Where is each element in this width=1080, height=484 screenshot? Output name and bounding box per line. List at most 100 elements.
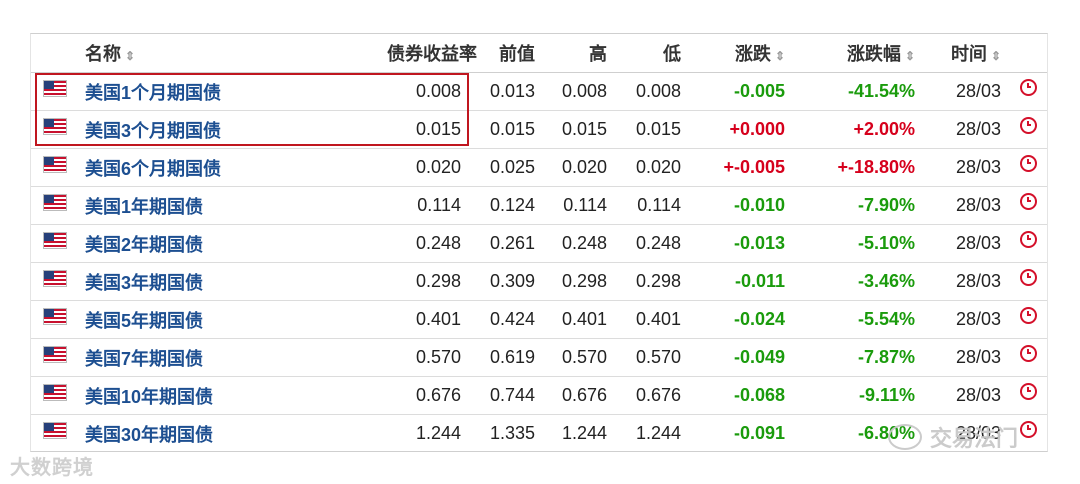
alert-cell[interactable] — [1007, 73, 1047, 111]
bond-name-link[interactable]: 美国3个月期国债 — [79, 110, 381, 149]
prev-cell: 0.015 — [467, 110, 541, 149]
flag-cell — [31, 73, 79, 111]
change-cell: -0.010 — [687, 186, 791, 225]
time-header-label: 时间 — [950, 44, 987, 64]
yield-cell: 0.676 — [381, 376, 467, 415]
low-cell: 0.020 — [613, 148, 687, 187]
bond-name-link[interactable]: 美国10年期国债 — [79, 376, 381, 415]
alert-cell[interactable] — [1007, 110, 1047, 149]
clock-icon[interactable] — [1019, 306, 1037, 324]
clock-icon[interactable] — [1019, 116, 1037, 134]
yield-cell: 0.015 — [381, 110, 467, 149]
high-cell: 0.114 — [541, 186, 613, 225]
table-row: 美国3年期国债 0.298 0.309 0.298 0.298 -0.011 -3.46% 2… — [31, 262, 1047, 301]
alert-cell[interactable] — [1007, 338, 1047, 377]
change-pct-cell: -5.10% — [791, 224, 921, 263]
name-header-label: 名称 — [85, 44, 121, 64]
flag-cell — [31, 148, 79, 187]
flag-cell — [31, 376, 79, 415]
flag-cell — [31, 224, 79, 263]
table-row: 美国1年期国债 0.114 0.124 0.114 0.114 -0.010 -7.90% 2… — [31, 186, 1047, 225]
flag-cell — [31, 186, 79, 225]
bond-name-link[interactable]: 美国6个月期国债 — [79, 148, 381, 187]
table-row: 美国3个月期国债 0.015 0.015 0.015 0.015 +0.000 +2.00%… — [31, 110, 1047, 149]
time-column-header[interactable]: 时间 ⇕ — [921, 34, 1007, 73]
clock-icon[interactable] — [1019, 268, 1037, 286]
table-row: 美国5年期国债 0.401 0.424 0.401 0.401 -0.024 -5.54% 2… — [31, 300, 1047, 339]
prev-cell: 0.261 — [467, 224, 541, 263]
change-column-header[interactable]: 涨跌 ⇕ — [687, 34, 791, 73]
us-flag-icon — [43, 269, 67, 287]
prev-cell: 0.619 — [467, 338, 541, 377]
bond-name-link[interactable]: 美国2年期国债 — [79, 224, 381, 263]
flag-cell — [31, 262, 79, 301]
alert-cell[interactable] — [1007, 224, 1047, 263]
prev-cell: 0.013 — [489, 81, 535, 101]
sort-icon: ⇕ — [904, 49, 915, 63]
bond-name-link[interactable]: 美国1个月期国债 — [79, 73, 381, 111]
alert-cell[interactable] — [1007, 376, 1047, 415]
clock-icon[interactable] — [1019, 420, 1037, 438]
time-cell: 28/03 — [921, 186, 1007, 225]
table-row: 美国10年期国债 0.676 0.744 0.676 0.676 -0.068 -9.11%… — [31, 376, 1047, 415]
flag-cell — [31, 300, 79, 339]
clock-icon[interactable] — [1019, 78, 1037, 96]
low-cell: 0.015 — [613, 110, 687, 149]
table-row: 美国1个月期国债 0.008 0.013 0.008 0.008 -0.005 -41.54… — [31, 73, 1047, 111]
bond-name-link[interactable]: 美国1年期国债 — [79, 186, 381, 225]
bond-name-link[interactable]: 美国30年期国债 — [79, 414, 381, 451]
alert-cell[interactable] — [1007, 262, 1047, 301]
change-pct-cell: +2.00% — [791, 110, 921, 149]
yield-cell: 0.008 — [415, 81, 461, 101]
clock-icon[interactable] — [1019, 154, 1037, 172]
time-cell: 28/03 — [921, 262, 1007, 301]
low-cell: 0.570 — [613, 338, 687, 377]
change-pct-cell: -3.46% — [791, 262, 921, 301]
high-cell: 0.570 — [541, 338, 613, 377]
alert-cell[interactable] — [1007, 148, 1047, 187]
change-pct-cell: -9.11% — [791, 376, 921, 415]
name-column-header[interactable]: 名称 ⇕ — [79, 34, 381, 73]
prev-header-label: 前值 — [499, 44, 535, 64]
bond-name-link[interactable]: 美国5年期国债 — [79, 300, 381, 339]
clock-icon[interactable] — [1019, 192, 1037, 210]
change-cell: -0.005 — [733, 81, 785, 101]
high-column-header: 高 — [541, 34, 613, 73]
wechat-icon — [888, 424, 922, 450]
time-cell: 28/03 — [921, 148, 1007, 187]
us-flag-icon — [43, 155, 67, 173]
flag-cell — [31, 110, 79, 149]
alert-cell[interactable] — [1007, 186, 1047, 225]
change-cell: +-0.005 — [687, 148, 791, 187]
table-row: 美国2年期国债 0.248 0.261 0.248 0.248 -0.013 -5.10% 2… — [31, 224, 1047, 263]
change-pct-column-header[interactable]: 涨跌幅 ⇕ — [791, 34, 921, 73]
us-flag-icon — [43, 193, 67, 211]
clock-icon[interactable] — [1019, 230, 1037, 248]
clock-icon[interactable] — [1019, 344, 1037, 362]
clock-icon[interactable] — [1019, 382, 1037, 400]
high-cell: 0.008 — [561, 81, 607, 101]
us-flag-icon — [43, 307, 67, 325]
yield-column-header: 债券收益率 — [381, 34, 477, 73]
change-header-label: 涨跌 — [734, 44, 771, 64]
us-flag-icon — [43, 421, 67, 439]
sort-icon: ⇕ — [774, 49, 785, 63]
low-column-header: 低 — [613, 34, 687, 73]
low-cell: 0.401 — [613, 300, 687, 339]
flag-cell — [31, 414, 79, 451]
time-cell: 28/03 — [921, 224, 1007, 263]
bond-name-link[interactable]: 美国3年期国债 — [79, 262, 381, 301]
high-header-label: 高 — [589, 44, 607, 64]
table-header-row: 名称 ⇕ 债券收益率 前值 高 低 涨跌 ⇕ 涨跌幅 ⇕ 时间 ⇕ — [31, 34, 1047, 73]
low-cell: 0.298 — [613, 262, 687, 301]
low-cell: 0.676 — [613, 376, 687, 415]
low-cell: 0.008 — [635, 81, 681, 101]
time-cell: 28/03 — [921, 110, 1007, 149]
bond-name-link[interactable]: 美国7年期国债 — [79, 338, 381, 377]
watermark-left: 大数跨境 — [10, 451, 94, 480]
time-cell: 28/03 — [921, 376, 1007, 415]
change-pct-header-label: 涨跌幅 — [846, 44, 901, 64]
high-cell: 0.015 — [541, 110, 613, 149]
alert-cell[interactable] — [1007, 300, 1047, 339]
yield-cell: 1.244 — [381, 414, 467, 451]
